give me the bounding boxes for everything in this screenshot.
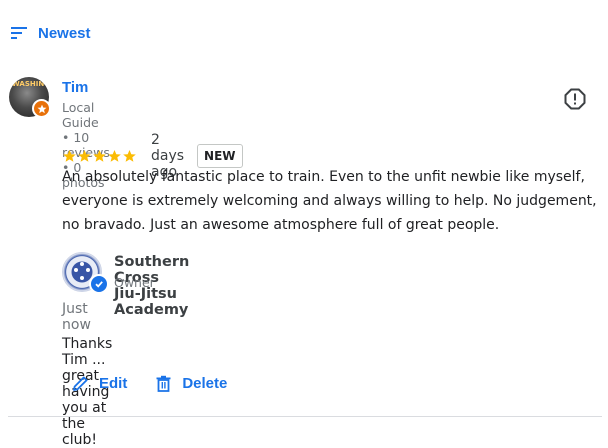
reply-time: Just now xyxy=(62,301,91,333)
edit-label: Edit xyxy=(99,375,128,392)
divider xyxy=(8,416,602,417)
verified-check-icon xyxy=(89,274,109,294)
trash-icon xyxy=(156,375,171,392)
delete-button[interactable]: Delete xyxy=(155,375,227,392)
sort-label: Newest xyxy=(38,24,91,42)
owner-role: Owner xyxy=(114,275,155,290)
local-guide-star-icon xyxy=(32,99,51,118)
review-text: An absolutely fantastic place to train. … xyxy=(62,169,597,233)
sort-button[interactable]: Newest xyxy=(10,24,91,42)
star-icon xyxy=(78,149,91,162)
star-icon xyxy=(93,149,106,162)
edit-button[interactable]: Edit xyxy=(72,375,127,392)
author-name[interactable]: Tim xyxy=(62,79,88,96)
reply-text: Thanks Tim ... great having you at the c… xyxy=(62,336,113,448)
report-icon[interactable] xyxy=(564,88,586,110)
reply-actions: Edit Delete xyxy=(72,375,227,392)
delete-label: Delete xyxy=(182,375,228,392)
pencil-icon xyxy=(73,376,88,391)
avatar-text: WASHING xyxy=(12,80,49,88)
star-icon xyxy=(108,149,121,162)
star-rating xyxy=(62,149,137,164)
star-icon xyxy=(63,149,76,162)
sort-icon xyxy=(11,27,27,39)
star-icon xyxy=(123,149,136,162)
